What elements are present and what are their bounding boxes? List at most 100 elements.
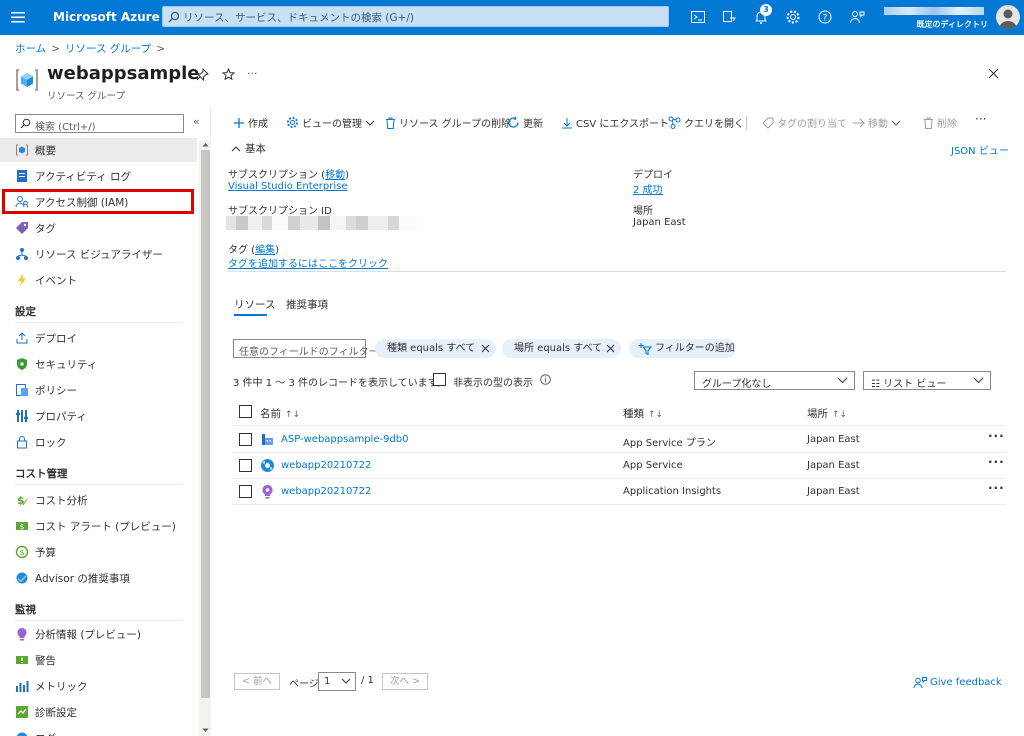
grouping-dropdown[interactable]: グループ化なし (694, 371, 855, 390)
sidebar-item-deployments[interactable]: デプロイ (0, 326, 197, 350)
row-checkbox[interactable] (239, 459, 252, 472)
sidebar-search-input[interactable]: 検索 (Ctrl+/) (15, 114, 184, 133)
sidebar-item-overview[interactable]: 概要 (0, 138, 197, 162)
open-query-button[interactable]: クエリを開く (668, 115, 744, 130)
command-bar: 作成 ビューの管理 リソース グループの削除 更新 CSV にエクスポート クエ… (222, 108, 1002, 136)
sidebar-item-cost-alerts[interactable]: $ コスト アラート (プレビュー) (0, 514, 197, 538)
scroll-up-icon[interactable] (202, 142, 209, 147)
resource-name-link[interactable]: webapp20210722 (281, 486, 371, 497)
breadcrumb-resource-groups[interactable]: リソース グループ (65, 43, 151, 55)
create-button[interactable]: 作成 (233, 115, 268, 130)
feedback-icon[interactable] (849, 9, 865, 25)
column-header-type[interactable]: 種類 ↑↓ (623, 406, 663, 421)
account-menu[interactable]: 既定のディレクトリ (882, 4, 992, 31)
info-icon[interactable] (540, 374, 551, 385)
deployments-link[interactable]: 2 成功 (633, 181, 663, 196)
sidebar-item-resource-visualizer[interactable]: リソース ビジュアライザー (0, 242, 197, 266)
alerts-icon (15, 653, 29, 667)
essentials-toggle[interactable]: 基本 (231, 141, 266, 156)
column-type-label: 種類 (623, 408, 644, 420)
sidebar-item-properties[interactable]: プロパティ (0, 404, 197, 428)
favorite-star-icon[interactable] (222, 68, 235, 81)
close-icon[interactable] (606, 344, 615, 353)
close-icon[interactable] (988, 68, 999, 79)
sidebar-item-security[interactable]: セキュリティ (0, 352, 197, 376)
move-button[interactable]: 移動 (853, 115, 901, 130)
sidebar-item-diagnostic-settings[interactable]: 診断設定 (0, 700, 197, 724)
scroll-down-icon[interactable] (202, 728, 209, 733)
row-checkbox[interactable] (239, 433, 252, 446)
page-select[interactable]: 1 (318, 672, 356, 691)
collapse-sidebar-icon[interactable]: « (193, 115, 200, 128)
previous-page-button[interactable]: < 前へ (234, 673, 280, 690)
hamburger-menu-icon[interactable] (10, 9, 28, 25)
row-more-icon[interactable]: ··· (988, 481, 1005, 495)
column-header-name[interactable]: 名前 ↑↓ (260, 406, 300, 421)
show-hidden-types-checkbox[interactable] (433, 373, 446, 386)
sidebar-item-logs[interactable]: ログ (0, 726, 197, 736)
view-mode-dropdown[interactable]: ☷ リスト ビュー (863, 371, 991, 390)
breadcrumb-home[interactable]: ホーム (15, 43, 46, 55)
pin-icon[interactable] (196, 68, 209, 81)
give-feedback-link[interactable]: Give feedback (913, 676, 1002, 689)
sidebar-item-policies[interactable]: ポリシー (0, 378, 197, 402)
tab-recommendations[interactable]: 推奨事項 (286, 297, 328, 312)
sidebar-item-alerts[interactable]: 警告 (0, 648, 197, 672)
manage-view-button[interactable]: ビューの管理 (286, 115, 375, 130)
activity-log-icon (15, 169, 29, 183)
sidebar-item-events[interactable]: イベント (0, 268, 197, 292)
cloud-shell-icon[interactable] (690, 9, 706, 25)
row-more-icon[interactable]: ··· (988, 455, 1005, 469)
sidebar-item-cost-analysis[interactable]: $ コスト分析 (0, 488, 197, 512)
query-icon (668, 116, 681, 129)
sidebar-item-insights[interactable]: 分析情報 (プレビュー) (0, 622, 197, 646)
tab-resources[interactable]: リソース (234, 297, 275, 312)
sidebar-item-label: 診断設定 (35, 707, 77, 719)
select-all-checkbox[interactable] (239, 405, 252, 418)
give-feedback-label: Give feedback (930, 677, 1002, 688)
more-actions-icon[interactable]: ··· (247, 67, 258, 80)
add-filter-button[interactable]: フィルターの追加 (629, 339, 736, 358)
column-header-location[interactable]: 場所 ↑↓ (807, 406, 847, 421)
sidebar-item-budgets[interactable]: $ 予算 (0, 540, 197, 564)
portal-brand[interactable]: Microsoft Azure (53, 10, 160, 24)
next-page-button[interactable]: 次へ > (382, 673, 428, 690)
resource-name-link[interactable]: ASP-webappsample-9db0 (281, 434, 409, 445)
filter-pill-location[interactable]: 場所 equals すべて (502, 339, 621, 358)
sidebar-item-locks[interactable]: ロック (0, 430, 197, 454)
settings-gear-icon[interactable] (785, 9, 801, 25)
assign-tags-button[interactable]: タグの割り当て (762, 115, 847, 130)
create-label: 作成 (248, 119, 268, 130)
export-csv-button[interactable]: CSV にエクスポート (561, 115, 669, 130)
sidebar-item-metrics[interactable]: メトリック (0, 674, 197, 698)
global-search-input[interactable]: リソース、サービス、ドキュメントの検索 (G+/) (162, 6, 669, 27)
table-row[interactable]: webapp20210722 Application Insights Japa… (233, 479, 1006, 505)
filter-input[interactable]: 任意のフィールドのフィルター... (233, 339, 388, 358)
more-commands-icon[interactable]: ··· (975, 112, 986, 126)
close-icon[interactable] (481, 344, 490, 353)
json-view-link[interactable]: JSON ビュー (951, 142, 1009, 157)
help-icon[interactable]: ? (817, 9, 833, 25)
sort-icon: ↑↓ (832, 410, 848, 420)
sidebar-item-advisor[interactable]: Advisor の推奨事項 (0, 566, 197, 590)
resource-name-link[interactable]: webapp20210722 (281, 460, 371, 471)
subscription-label: サブスクリプション (移動) (228, 170, 349, 181)
svg-text:$: $ (19, 548, 24, 557)
view-mode-label: リスト ビュー (883, 379, 947, 390)
avatar[interactable] (996, 5, 1020, 29)
filter-pill-type[interactable]: 種類 equals すべて (375, 339, 496, 358)
sidebar-item-tags[interactable]: タグ (0, 216, 197, 240)
row-more-icon[interactable]: ··· (988, 429, 1005, 443)
add-tags-link[interactable]: タグを追加するにはここをクリック (228, 255, 388, 270)
table-row[interactable]: ASP-webappsample-9db0 App Service プラン Ja… (233, 427, 1006, 453)
delete-resource-group-button[interactable]: リソース グループの削除 (385, 115, 511, 130)
table-row[interactable]: webapp20210722 App Service Japan East ··… (233, 453, 1006, 479)
subscription-link[interactable]: Visual Studio Enterprise (228, 181, 348, 192)
delete-button[interactable]: 削除 (923, 115, 957, 130)
directory-filter-icon[interactable] (721, 9, 737, 25)
sidebar-scrollbar-thumb[interactable] (201, 150, 210, 698)
refresh-button[interactable]: 更新 (507, 115, 543, 130)
sidebar-item-activity-log[interactable]: アクティビティ ログ (0, 164, 197, 188)
row-checkbox[interactable] (239, 485, 252, 498)
subscription-move-link[interactable]: 移動 (325, 170, 345, 181)
